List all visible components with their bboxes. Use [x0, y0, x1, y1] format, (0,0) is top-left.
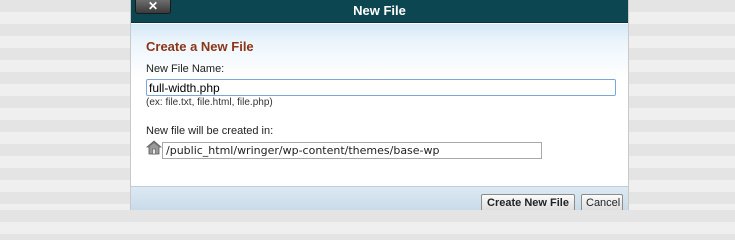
filename-label: New File Name: [146, 63, 225, 75]
filename-input[interactable] [146, 79, 616, 96]
dialog-titlebar: ✕ New File [131, 0, 628, 23]
new-file-dialog: ✕ New File Create a New File New File Na… [130, 0, 629, 210]
dialog-footer: Create New File Cancel [131, 186, 628, 210]
cancel-button[interactable]: Cancel [581, 194, 623, 210]
directory-label: New file will be created in: [146, 125, 274, 137]
directory-input[interactable] [162, 142, 542, 159]
form-heading: Create a New File [146, 39, 254, 54]
create-new-file-button[interactable]: Create New File [481, 194, 575, 210]
home-folder-icon [146, 140, 162, 155]
filename-hint: (ex: file.txt, file.html, file.php) [146, 97, 273, 108]
dialog-body: Create a New File New File Name: (ex: fi… [131, 24, 628, 186]
dialog-title: New File [353, 3, 406, 18]
